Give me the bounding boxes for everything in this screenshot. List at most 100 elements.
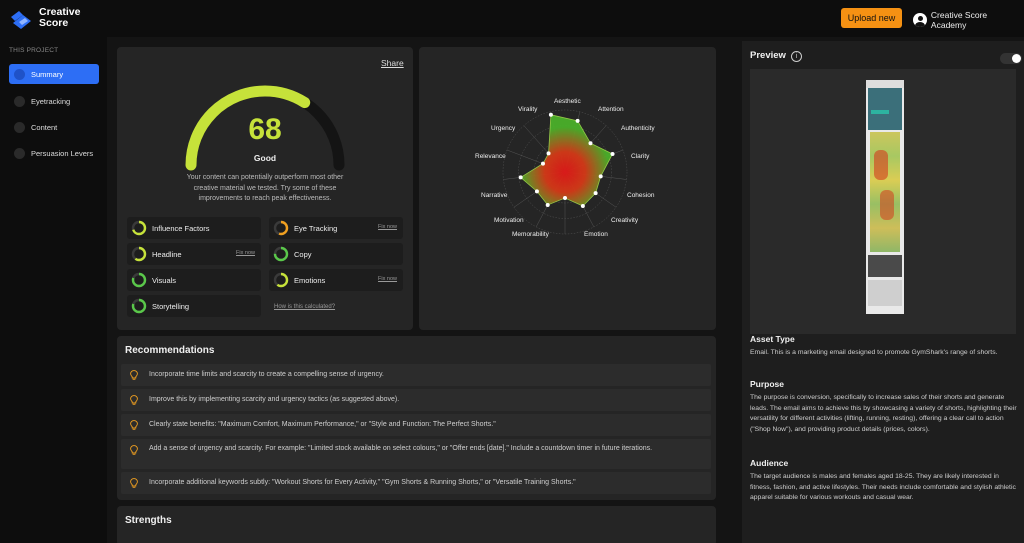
sidebar-item-label: Eyetracking <box>31 96 71 106</box>
recommendations-title: Recommendations <box>125 345 215 356</box>
score-ring-icon <box>131 298 147 314</box>
factor-label: Eye Tracking <box>294 223 338 233</box>
factor-label: Visuals <box>152 275 177 285</box>
score-ring-icon <box>131 220 147 236</box>
radar-label-cohesion: Cohesion <box>627 192 655 199</box>
lightbulb-icon <box>130 445 138 455</box>
radar-point <box>563 196 567 201</box>
radar-label-attention: Attention <box>598 106 624 113</box>
factor-label: Emotions <box>294 275 326 285</box>
purpose-text: The purpose is conversion, specifically … <box>750 394 1017 433</box>
factor-storytelling[interactable]: Storytelling <box>127 295 261 317</box>
fix-now-link[interactable]: Fix now <box>236 250 255 256</box>
sidebar-item-label: Persuasion Levers <box>31 148 94 158</box>
radar-point <box>545 202 550 207</box>
how-is-this-calculated-link[interactable]: How is this calculated? <box>274 304 335 310</box>
creative-score-logo-icon[interactable] <box>9 9 33 31</box>
fix-now-link[interactable]: Fix now <box>378 276 397 282</box>
radar-label-aesthetic: Aesthetic <box>554 98 581 105</box>
score-panel: Share 68 Good Your content can potential… <box>117 47 413 330</box>
top-bar: Creative Score Upload new Creative Score… <box>0 0 1024 37</box>
sidebar-item-summary[interactable]: Summary <box>9 64 99 84</box>
recommendation-item: Incorporate time limits and scarcity to … <box>121 364 711 386</box>
radar-point <box>588 141 593 146</box>
preview-panel: Preview i Asset Type Email. This is a ma… <box>742 41 1024 543</box>
recommendation-item: Incorporate additional keywords subtly: … <box>121 472 711 494</box>
factor-headline[interactable]: Headline Fix now <box>127 243 261 265</box>
persuasion-levers-icon <box>14 147 25 159</box>
radar-label-clarity: Clarity <box>631 153 650 160</box>
heatmap-toggle[interactable] <box>1000 53 1022 64</box>
score-ring-icon <box>131 246 147 262</box>
recommendation-item: Add a sense of urgency and scarcity. For… <box>121 439 711 469</box>
radar-point <box>580 204 585 209</box>
audience-heading: Audience <box>750 458 789 468</box>
radar-label-narrative: Narrative <box>481 192 508 199</box>
sidebar: THIS PROJECT Summary Eyetracking Content… <box>0 37 107 543</box>
factor-label: Influence Factors <box>152 223 210 233</box>
score-description: Your content can potentially outperform … <box>186 174 344 202</box>
radar-label-virality: Virality <box>518 106 538 113</box>
score-value: 68 <box>248 113 282 146</box>
radar-point <box>546 151 551 156</box>
recommendation-item: Clearly state benefits: "Maximum Comfort… <box>121 414 711 436</box>
radar-label-memorability: Memorability <box>512 231 549 238</box>
preview-area <box>750 69 1016 334</box>
lightbulb-icon <box>130 395 138 405</box>
recommendations-panel: Recommendations Incorporate time limits … <box>117 336 716 500</box>
share-link[interactable]: Share <box>381 58 404 68</box>
preview-title: Preview <box>750 50 786 61</box>
score-ring-icon <box>273 246 289 262</box>
score-rating: Good <box>253 153 277 163</box>
info-icon[interactable]: i <box>791 51 802 62</box>
recommendation-text: Add a sense of urgency and scarcity. For… <box>149 445 653 452</box>
strengths-title: Strengths <box>125 515 172 526</box>
factor-copy[interactable]: Copy <box>269 243 403 265</box>
content-icon <box>14 121 25 133</box>
sidebar-item-label: Summary <box>31 69 64 79</box>
sidebar-item-eyetracking[interactable]: Eyetracking <box>9 91 99 111</box>
radar-point <box>610 151 615 156</box>
score-ring-icon <box>273 272 289 288</box>
sidebar-item-label: Content <box>31 122 58 132</box>
radar-point <box>548 112 553 117</box>
sidebar-section-label: THIS PROJECT <box>9 47 59 54</box>
strengths-panel: Strengths <box>117 506 716 543</box>
email-preview-thumbnail[interactable] <box>866 80 904 314</box>
account-menu[interactable]: Creative Score Academy <box>913 10 1024 30</box>
factor-visuals[interactable]: Visuals <box>127 269 261 291</box>
radar-point <box>575 118 580 123</box>
factor-influence-factors[interactable]: Influence Factors <box>127 217 261 239</box>
upload-new-button[interactable]: Upload new <box>841 8 902 28</box>
recommendation-text: Clearly state benefits: "Maximum Comfort… <box>149 421 496 428</box>
recommendation-text: Incorporate additional keywords subtly: … <box>149 479 576 486</box>
eyetracking-icon <box>14 95 25 107</box>
factor-emotions[interactable]: Emotions Fix now <box>269 269 403 291</box>
factor-label: Headline <box>152 249 182 259</box>
sidebar-item-persuasion-levers[interactable]: Persuasion Levers <box>9 143 99 163</box>
lightbulb-icon <box>130 370 138 380</box>
app-name: Creative Score <box>39 6 81 29</box>
lightbulb-icon <box>130 478 138 488</box>
user-icon <box>913 13 927 27</box>
asset-type-text: Email. This is a marketing email designe… <box>750 349 998 356</box>
fix-now-link[interactable]: Fix now <box>378 224 397 230</box>
lightbulb-icon <box>130 420 138 430</box>
radar-label-motivation: Motivation <box>494 217 524 224</box>
recommendation-text: Incorporate time limits and scarcity to … <box>149 371 384 378</box>
recommendation-text: Improve this by implementing scarcity an… <box>149 396 400 403</box>
sidebar-item-content[interactable]: Content <box>9 117 99 137</box>
radar-panel: Aesthetic Attention Authenticity Clarity… <box>419 47 716 330</box>
factor-label: Copy <box>294 249 312 259</box>
radar-chart <box>502 109 628 235</box>
audience-text: The target audience is males and females… <box>750 473 1016 501</box>
account-label: Creative Score Academy <box>930 10 988 30</box>
radar-point <box>598 174 603 179</box>
summary-icon <box>14 68 25 80</box>
factor-eye-tracking[interactable]: Eye Tracking Fix now <box>269 217 403 239</box>
recommendation-item: Improve this by implementing scarcity an… <box>121 389 711 411</box>
radar-point <box>540 161 545 166</box>
score-ring-icon <box>273 220 289 236</box>
purpose-heading: Purpose <box>750 379 785 389</box>
radar-label-emotion: Emotion <box>584 231 608 238</box>
